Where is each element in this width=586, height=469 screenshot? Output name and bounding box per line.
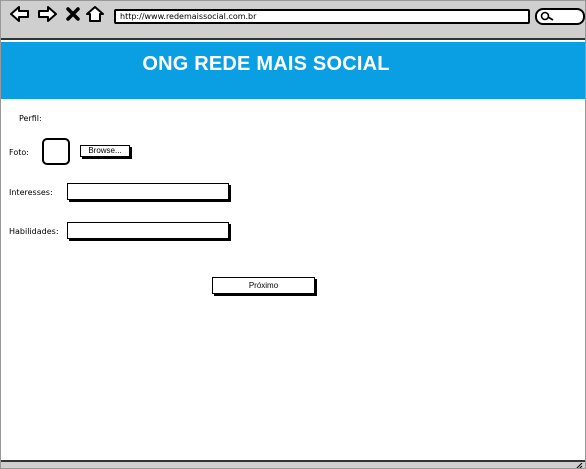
profile-section-label: Perfil:: [19, 114, 42, 123]
search-icon: [540, 11, 554, 21]
back-arrow-icon[interactable]: [9, 4, 31, 24]
close-x-icon[interactable]: [65, 4, 81, 24]
interests-input[interactable]: [67, 183, 229, 200]
browse-button[interactable]: Browse...: [80, 145, 130, 157]
browser-search-field[interactable]: [535, 8, 585, 25]
browser-window: http://www.redemaissocial.com.br ONG RED…: [0, 0, 586, 469]
interests-label: Interesses:: [9, 188, 53, 197]
skills-label: Habilidades:: [9, 227, 59, 236]
status-bar: [1, 460, 585, 469]
photo-placeholder: [42, 138, 70, 165]
next-button[interactable]: Próximo: [212, 277, 315, 294]
skills-input[interactable]: [67, 222, 229, 239]
browser-toolbar: http://www.redemaissocial.com.br: [1, 1, 585, 40]
photo-label: Foto:: [9, 148, 29, 157]
home-icon[interactable]: [85, 4, 105, 24]
url-bar[interactable]: http://www.redemaissocial.com.br: [114, 9, 530, 24]
resize-grip-icon[interactable]: [575, 463, 583, 469]
forward-arrow-icon[interactable]: [36, 4, 58, 24]
page-title: ONG REDE MAIS SOCIAL: [142, 53, 390, 75]
